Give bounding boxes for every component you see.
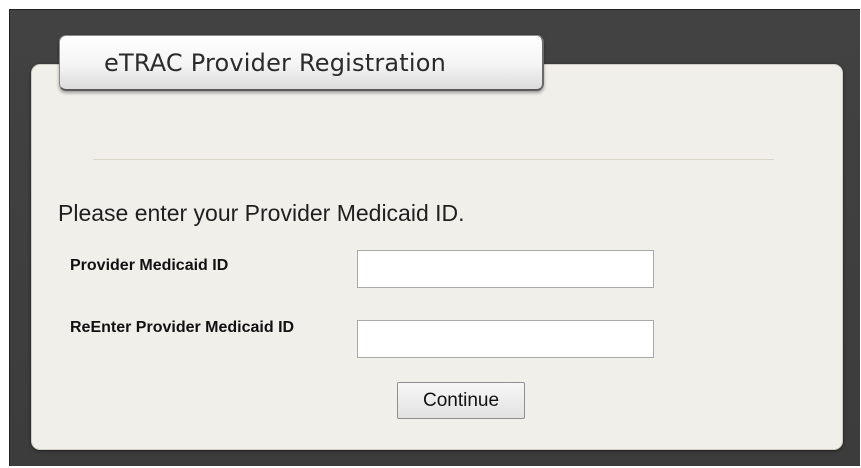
provider-medicaid-id-label: Provider Medicaid ID bbox=[70, 257, 229, 274]
divider bbox=[93, 159, 774, 160]
continue-button[interactable]: Continue bbox=[397, 382, 525, 419]
provider-medicaid-id-input[interactable] bbox=[357, 250, 654, 288]
title-tab: eTRAC Provider Registration bbox=[59, 35, 544, 91]
reenter-provider-medicaid-id-input[interactable] bbox=[357, 320, 654, 358]
reenter-provider-medicaid-id-label: ReEnter Provider Medicaid ID bbox=[70, 319, 295, 336]
instruction-text: Please enter your Provider Medicaid ID. bbox=[58, 200, 465, 226]
page-title: eTRAC Provider Registration bbox=[104, 49, 447, 77]
